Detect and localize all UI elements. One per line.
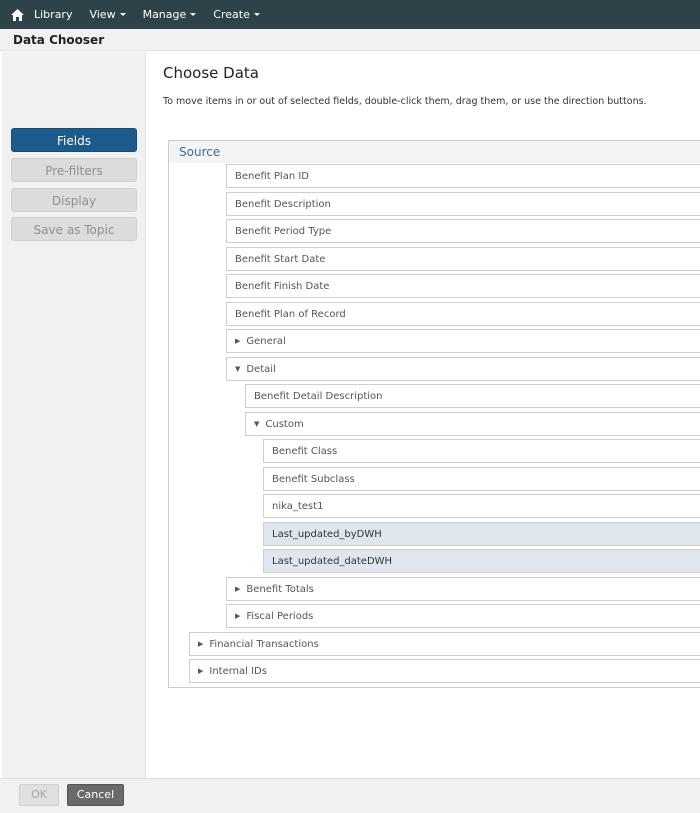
nav-view-label: View	[89, 8, 116, 21]
source-header: Source	[169, 141, 700, 163]
tree-item-benefit-class[interactable]: Benefit Class	[263, 439, 700, 463]
section-title: Choose Data	[163, 64, 259, 82]
nav-manage-label: Manage	[142, 8, 187, 21]
triangle-right-icon[interactable]: ▶	[235, 604, 240, 628]
tree-item-label: Benefit Subclass	[272, 474, 355, 485]
sidebar-item-display[interactable]: Display	[11, 188, 137, 212]
chevron-down-icon	[253, 13, 260, 16]
tree-item-label: Benefit Detail Description	[254, 391, 383, 402]
tree-item-benefit-subclass[interactable]: Benefit Subclass	[263, 467, 700, 491]
tree-item-label: Internal IDs	[209, 666, 267, 677]
nav-create-label: Create	[213, 8, 250, 21]
nav-library-label: Library	[34, 8, 73, 21]
tree-folder-general[interactable]: ▶ General	[226, 329, 700, 353]
page-title: Data Chooser	[0, 29, 700, 51]
tree-item-last-updated-date-dwh[interactable]: Last_updated_dateDWH	[263, 549, 700, 573]
tree-item-label: Benefit Plan of Record	[235, 309, 346, 320]
ok-button[interactable]: OK	[19, 784, 59, 806]
sidebar: Fields Pre-filters Display Save as Topic	[2, 52, 146, 778]
triangle-right-icon[interactable]: ▶	[198, 632, 203, 656]
triangle-right-icon[interactable]: ▶	[235, 329, 240, 353]
triangle-down-icon[interactable]: ▼	[254, 412, 259, 436]
tree-item-benefit-plan-of-record[interactable]: Benefit Plan of Record	[226, 302, 700, 326]
tree-item-label: nika_test1	[272, 501, 324, 512]
tree-folder-financial-transactions[interactable]: ▶ Financial Transactions	[189, 632, 700, 656]
tree-folder-detail[interactable]: ▼ Detail	[226, 357, 700, 381]
triangle-right-icon[interactable]: ▶	[235, 577, 240, 601]
tree-item-benefit-start-date[interactable]: Benefit Start Date	[226, 247, 700, 271]
footer-bar: OK Cancel	[0, 778, 700, 813]
tree-folder-internal-ids[interactable]: ▶ Internal IDs	[189, 659, 700, 683]
tree-item-label: Benefit Totals	[246, 584, 314, 595]
tree-item-label: Fiscal Periods	[246, 611, 314, 622]
tree-item-benefit-plan-id[interactable]: Benefit Plan ID	[226, 164, 700, 188]
tree-item-label: Last_updated_dateDWH	[272, 556, 393, 567]
tree-item-last-updated-by-dwh[interactable]: Last_updated_byDWH	[263, 522, 700, 546]
chevron-down-icon	[190, 13, 197, 16]
tree-item-label: Benefit Period Type	[235, 226, 332, 237]
cancel-button[interactable]: Cancel	[67, 784, 124, 806]
tree-item-label: Benefit Plan ID	[235, 171, 310, 182]
tree-item-label: General	[246, 336, 286, 347]
tree-item-label: Custom	[265, 419, 304, 430]
tree-folder-fiscal-periods[interactable]: ▶ Fiscal Periods	[226, 604, 700, 628]
tree-item-benefit-finish-date[interactable]: Benefit Finish Date	[226, 274, 700, 298]
tree-item-benefit-period-type[interactable]: Benefit Period Type	[226, 219, 700, 243]
triangle-down-icon[interactable]: ▼	[235, 357, 240, 381]
triangle-right-icon[interactable]: ▶	[198, 659, 203, 683]
sidebar-item-fields[interactable]: Fields	[11, 128, 137, 152]
tree-item-label: Last_updated_byDWH	[272, 529, 382, 540]
tree-folder-custom[interactable]: ▼ Custom	[245, 412, 700, 436]
top-nav-bar: Library View Manage Create	[0, 0, 700, 29]
sidebar-item-pre-filters[interactable]: Pre-filters	[11, 158, 137, 182]
tree-item-benefit-description[interactable]: Benefit Description	[226, 192, 700, 216]
chevron-down-icon	[119, 13, 126, 16]
tree-item-label: Benefit Start Date	[235, 254, 326, 265]
tree-item-nika-test1[interactable]: nika_test1	[263, 494, 700, 518]
tree-folder-benefit-totals[interactable]: ▶ Benefit Totals	[226, 577, 700, 601]
instructions-text: To move items in or out of selected fiel…	[163, 96, 647, 107]
sidebar-item-save-as-topic[interactable]: Save as Topic	[11, 217, 137, 241]
home-icon[interactable]	[10, 8, 24, 21]
tree-item-label: Financial Transactions	[209, 639, 319, 650]
nav-view-menu[interactable]: View	[89, 8, 126, 21]
tree-item-benefit-detail-description[interactable]: Benefit Detail Description	[245, 384, 700, 408]
tree-item-label: Detail	[246, 364, 276, 375]
nav-library[interactable]: Library	[34, 8, 72, 21]
tree-item-label: Benefit Class	[272, 446, 338, 457]
tree-item-label: Benefit Finish Date	[235, 281, 330, 292]
nav-create-menu[interactable]: Create	[213, 8, 260, 21]
tree-item-label: Benefit Description	[235, 199, 331, 210]
nav-manage-menu[interactable]: Manage	[143, 8, 197, 21]
